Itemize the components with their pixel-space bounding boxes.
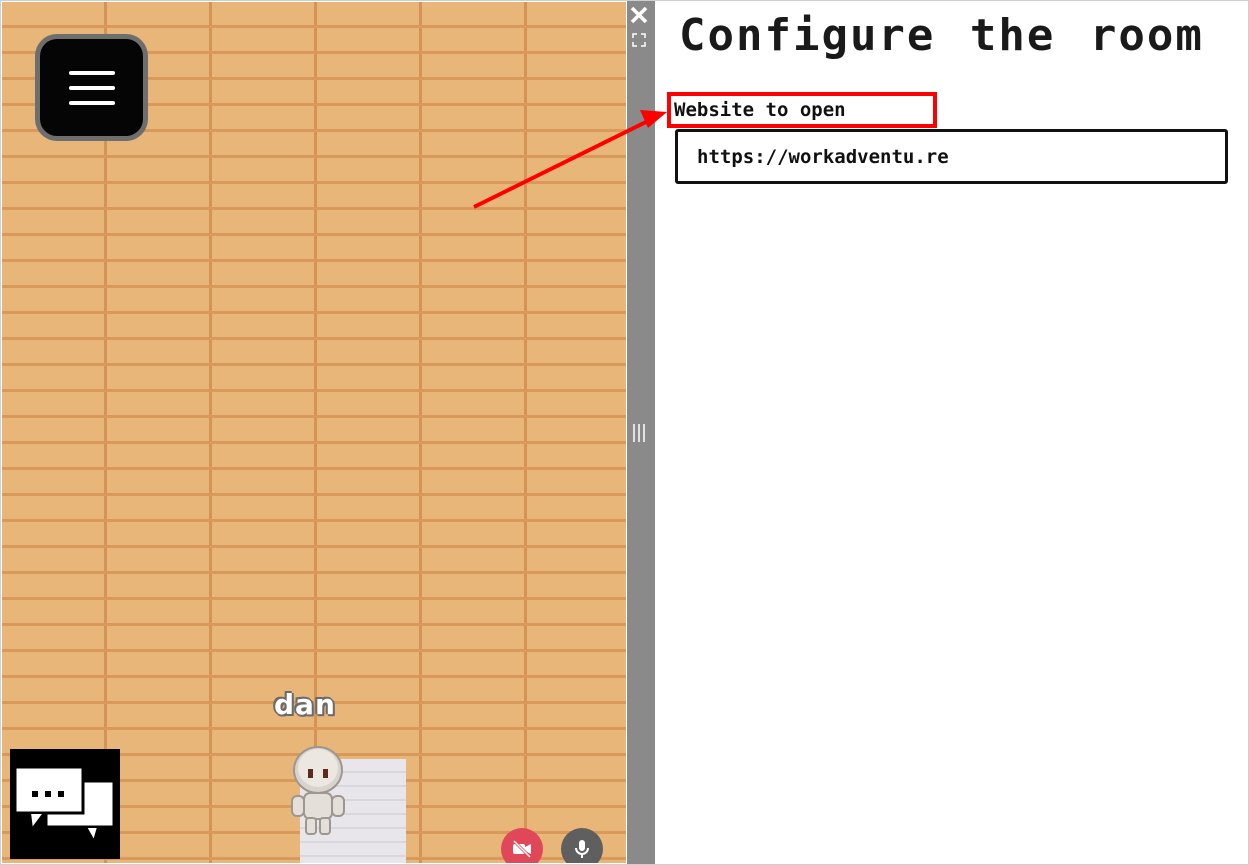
menu-button[interactable] [35, 34, 148, 141]
resize-handle-icon[interactable] [632, 423, 646, 443]
microphone-toggle-button[interactable] [561, 828, 603, 863]
player-name-label: dan [274, 688, 336, 721]
fullscreen-icon[interactable] [631, 32, 647, 48]
microphone-icon [575, 840, 589, 858]
player-avatar[interactable] [278, 740, 358, 838]
panel-title: Configure the room [679, 10, 1204, 61]
camera-off-icon [511, 838, 533, 860]
hamburger-menu-icon [40, 39, 143, 136]
camera-toggle-button[interactable] [501, 828, 543, 863]
annotation-highlight-box [667, 92, 937, 128]
chat-button[interactable] [10, 749, 120, 859]
close-icon[interactable] [628, 4, 650, 26]
chat-bubbles-icon [13, 765, 116, 844]
configure-room-panel: Configure the room Website to open [655, 0, 1249, 865]
website-url-input[interactable] [675, 129, 1228, 184]
game-map[interactable]: dan [2, 2, 626, 863]
